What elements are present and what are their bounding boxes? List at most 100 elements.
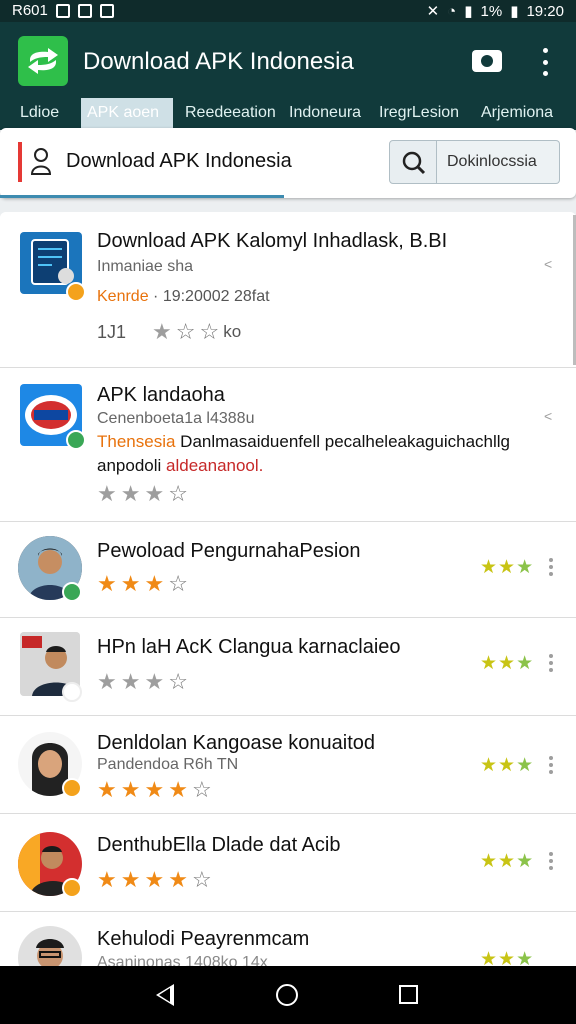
share-icon[interactable]: < xyxy=(544,256,558,272)
search-card-title: Download APK Indonesia xyxy=(66,150,292,172)
star-icon: ★ xyxy=(97,777,117,802)
app-meta-rest: · 19:20002 28fat xyxy=(148,288,270,305)
app-subtitle: Asaninonas 1408ko 14x xyxy=(97,954,268,966)
star-icon: ★ xyxy=(120,867,141,892)
item-menu-icon[interactable] xyxy=(548,558,554,576)
search-card: Download APK Indonesia Dokinlocssia xyxy=(0,128,576,198)
search-input[interactable]: Dokinlocssia xyxy=(437,140,560,184)
badge-icon xyxy=(62,778,82,798)
tab-ldioe[interactable]: Ldioe xyxy=(14,98,65,128)
app-description-red: aldeananool. xyxy=(166,456,264,475)
star-icon: ★ xyxy=(144,777,165,802)
tab-iregrlesion[interactable]: IregrLesion xyxy=(373,98,465,128)
list-item[interactable]: HPn laH AcK Clangua karnaclaieo ★ ★ ★ ☆ … xyxy=(0,618,576,716)
app-name: APK landaoha xyxy=(97,384,225,406)
star-icon: ★ xyxy=(120,481,141,506)
loading-progress xyxy=(0,195,284,198)
app-name: HPn laH AcK Clangua karnaclaieo xyxy=(97,636,401,658)
star-icon: ★ xyxy=(144,867,165,892)
star-icon: ★ xyxy=(168,867,188,892)
star-outline-icon: ☆ xyxy=(191,867,212,892)
rating-row: ★ ★ ★ ☆ xyxy=(97,482,188,506)
app-description-main: anpodoli xyxy=(97,456,167,475)
app-meta: Kenrde · 19:20002 28fat xyxy=(97,288,270,306)
list-item[interactable]: Download APK Kalomyl Inhadlask, B.BI Inm… xyxy=(0,212,576,368)
rating-row: ★ ★ ★ ☆ xyxy=(97,670,188,694)
app-description-rest: Danlmasaiduenfell pecalheleakaguichachll… xyxy=(175,432,510,451)
app-name: Pewoload PengurnahaPesion xyxy=(97,540,361,562)
list-item[interactable]: Denldolan Kangoase konuaitod Pandendoa R… xyxy=(0,716,576,814)
app-name: Kehulodi Peayrenmcam xyxy=(97,928,310,950)
star-outline-icon: ☆ xyxy=(191,777,212,802)
more-options-icon[interactable] xyxy=(537,48,553,76)
star-icon: ★ xyxy=(144,571,165,596)
mini-rating: ★ ★ ★ xyxy=(480,755,534,776)
star-icon: ★ xyxy=(120,571,141,596)
system-nav-bar xyxy=(0,966,576,1024)
tab-label: Arjemiona xyxy=(481,104,554,121)
tab-label: APK aoen xyxy=(87,104,160,121)
tab-label: Indoneura xyxy=(289,104,362,121)
star-icon: ★ xyxy=(152,319,172,344)
star-icon: ★ xyxy=(144,481,165,506)
app-subtitle: Inmaniae sha xyxy=(97,258,194,275)
app-name: Download APK Kalomyl Inhadlask, B.BI xyxy=(97,230,448,252)
search-icon xyxy=(402,151,426,175)
badge-icon xyxy=(62,682,82,702)
stat-count: 1J1 xyxy=(97,322,127,342)
search-button[interactable] xyxy=(389,140,437,184)
list-item[interactable]: Pewoload PengurnahaPesion ★ ★ ★ ☆ ★ ★ ★ xyxy=(0,522,576,618)
wifi-icon: ◔ xyxy=(447,2,457,20)
person-photo-icon xyxy=(18,926,82,966)
app-description-line2: anpodoli aldeananool. xyxy=(97,456,263,476)
back-icon[interactable] xyxy=(156,984,174,1006)
app-bar: Download APK Indonesia xyxy=(0,22,576,102)
item-menu-icon[interactable] xyxy=(548,756,554,774)
tab-reedeeation[interactable]: Reedeeation xyxy=(179,98,282,128)
tab-apk-aoen[interactable]: APK aoen xyxy=(81,98,173,128)
item-menu-icon[interactable] xyxy=(548,852,554,870)
mute-icon: ✕ xyxy=(426,3,440,20)
star-icon: ★ xyxy=(97,867,117,892)
camera-icon[interactable] xyxy=(472,50,502,72)
tab-arjemiona[interactable]: Arjemiona xyxy=(475,98,559,128)
tab-label: Reedeeation xyxy=(185,104,276,121)
signal-icon: ▮ xyxy=(464,3,473,20)
app-meta-highlight: Kenrde xyxy=(97,288,149,305)
star-icon: ★ xyxy=(120,669,141,694)
tab-bar: Ldioe APK aoen Reedeeation Indoneura Ire… xyxy=(0,96,576,130)
status-carrier: R601 xyxy=(12,2,48,19)
badge-icon xyxy=(62,878,82,898)
mini-rating: ★ ★ ★ xyxy=(480,949,534,966)
stat-tail: ko xyxy=(223,322,242,341)
mini-rating: ★ ★ ★ xyxy=(480,557,534,578)
app-subtitle: Cenenboeta1a l4388u xyxy=(97,410,255,427)
home-icon[interactable] xyxy=(276,984,298,1006)
share-icon[interactable]: < xyxy=(544,408,558,424)
tab-indoneura[interactable]: Indoneura xyxy=(283,98,367,128)
avatar xyxy=(18,926,82,966)
star-outline-icon: ☆ xyxy=(168,571,188,596)
badge-icon xyxy=(62,582,82,602)
badge-icon xyxy=(66,282,86,302)
app-description-highlight: Thensesia xyxy=(97,432,176,451)
tab-label: IregrLesion xyxy=(379,104,460,121)
list-item[interactable]: DenthubElla Dlade dat Acib ★ ★ ★ ★ ☆ ★ ★ ★ xyxy=(0,814,576,912)
mini-rating: ★ ★ ★ xyxy=(480,653,534,674)
app-logo-icon xyxy=(18,36,68,86)
list-item[interactable]: Kehulodi Peayrenmcam Asaninonas 1408ko 1… xyxy=(0,912,576,966)
mini-rating: ★ ★ ★ xyxy=(480,851,534,872)
status-time: 19:20 xyxy=(526,2,564,20)
recents-icon[interactable] xyxy=(399,985,418,1004)
list-item[interactable]: APK landaoha Cenenboeta1a l4388u Thenses… xyxy=(0,368,576,522)
badge-icon xyxy=(66,430,86,450)
rating-row: ★ ★ ★ ★ ☆ xyxy=(97,868,212,892)
item-menu-icon[interactable] xyxy=(548,654,554,672)
rating-row: ★ ★ ★ ☆ xyxy=(97,572,188,596)
star-icon: ★ xyxy=(97,481,117,506)
rating-row: 1J1 ★ ☆ ☆ ko xyxy=(97,320,241,344)
star-outline-icon: ☆ xyxy=(175,319,196,344)
notification-icon xyxy=(99,3,114,18)
tab-label: Ldioe xyxy=(20,104,60,121)
status-bar: R601 ✕ ◔ ▮ 1% ▮ 19:20 xyxy=(0,0,576,22)
